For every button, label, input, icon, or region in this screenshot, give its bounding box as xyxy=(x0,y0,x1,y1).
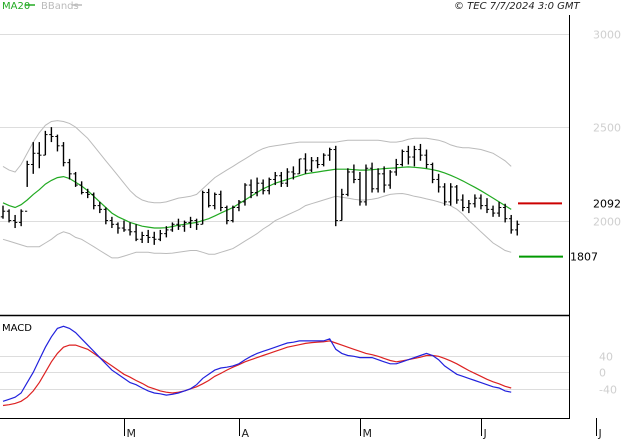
price-tick-label: 3000 xyxy=(593,29,621,42)
legend: MA20 BBands xyxy=(2,1,82,12)
legend-ma20-label: MA20 xyxy=(2,1,30,12)
x-tick-label: M xyxy=(363,427,373,440)
resistance-label: 2092 xyxy=(593,197,621,210)
x-tick-label: M xyxy=(127,427,137,440)
legend-bbands-label: BBands xyxy=(41,1,79,12)
stock-chart: MA20 BBands © TEC 7/7/2024 3:0 GMT 2092 1… xyxy=(0,0,627,440)
x-tick-label: J xyxy=(483,427,487,440)
x-tick-label: A xyxy=(242,427,250,440)
macd-tick-label: 0 xyxy=(599,367,606,380)
macd-tick-label: -40 xyxy=(599,384,617,397)
price-tick-label: 2000 xyxy=(593,216,621,229)
price-tick-label: 2500 xyxy=(593,122,621,135)
background xyxy=(0,0,627,440)
x-tick-label: J xyxy=(598,427,602,440)
macd-tick-label: 40 xyxy=(599,351,613,364)
copyright-timestamp: © TEC 7/7/2024 3:0 GMT xyxy=(454,1,581,12)
macd-title: MACD xyxy=(2,323,32,334)
support-label: 1807 xyxy=(570,251,598,264)
